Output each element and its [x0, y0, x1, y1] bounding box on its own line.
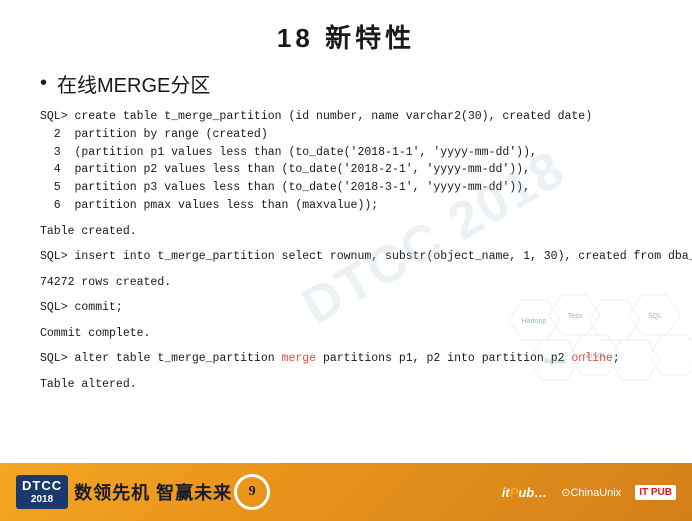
svg-text:Hadoop: Hadoop [522, 318, 547, 325]
code-block-alter: SQL> alter table t_merge_partition merge… [40, 350, 652, 368]
status-commit-complete: Commit complete. [40, 325, 652, 342]
code-line: SQL> insert into t_merge_partition selec… [40, 248, 652, 266]
status-rows-created: 74272 rows created. [40, 274, 652, 291]
footer-sponsors: itPub… ⊙ChinaUnix IT PUB [502, 485, 676, 500]
code-line: 2 partition by range (created) [40, 126, 652, 144]
footer-bar: DTCC 2018 数领先机 智赢未来 9 itPub… ⊙ChinaUnix [0, 463, 692, 521]
sponsor-chinaunix-label: ⊙ChinaUnix [561, 486, 621, 499]
code-block-insert: SQL> insert into t_merge_partition selec… [40, 248, 652, 266]
sponsor-aitpub: itPub… [502, 485, 548, 500]
status-table-altered: Table altered. [40, 376, 652, 393]
code-line: SQL> commit; [40, 299, 652, 317]
code-line: SQL> alter table t_merge_partition merge… [40, 350, 652, 368]
dtcc-badge: DTCC 2018 [16, 475, 68, 509]
slide-container: 18 新特性 • 在线MERGE分区 SQL> create table t_m… [0, 0, 692, 521]
main-content: 18 新特性 • 在线MERGE分区 SQL> create table t_m… [0, 0, 692, 463]
sponsor-aitpub-label: itPub… [502, 485, 548, 500]
sponsor-chinaunix: ⊙ChinaUnix [561, 486, 621, 499]
code-line: 5 partition p3 values less than (to_date… [40, 179, 652, 197]
year-label: 2018 [22, 494, 62, 506]
code-line: 4 partition p2 values less than (to_date… [40, 161, 652, 179]
footer-circle-icon: 9 [234, 474, 270, 510]
code-line: 3 (partition p1 values less than (to_dat… [40, 144, 652, 162]
code-block-commit: SQL> commit; [40, 299, 652, 317]
circle-label: 9 [249, 484, 256, 500]
sponsor-itpub: IT PUB [635, 485, 676, 500]
slogan-text: 数领先机 智赢未来 [74, 483, 232, 503]
code-line: SQL> create table t_merge_partition (id … [40, 108, 652, 126]
bullet-icon: • [40, 72, 47, 95]
section-label: 在线MERGE分区 [57, 69, 210, 98]
sponsor-itpub-label: IT PUB [635, 485, 676, 500]
code-block-create: SQL> create table t_merge_partition (id … [40, 108, 652, 215]
code-line: 6 partition pmax values less than (maxva… [40, 197, 652, 215]
dtcc-label: DTCC [22, 478, 62, 494]
footer-logo: DTCC 2018 数领先机 智赢未来 9 [16, 474, 270, 510]
slide-title: 18 新特性 [40, 18, 652, 55]
section-heading: • 在线MERGE分区 [40, 69, 652, 98]
footer-slogan: 数领先机 智赢未来 [74, 479, 232, 505]
status-table-created-1: Table created. [40, 223, 652, 240]
